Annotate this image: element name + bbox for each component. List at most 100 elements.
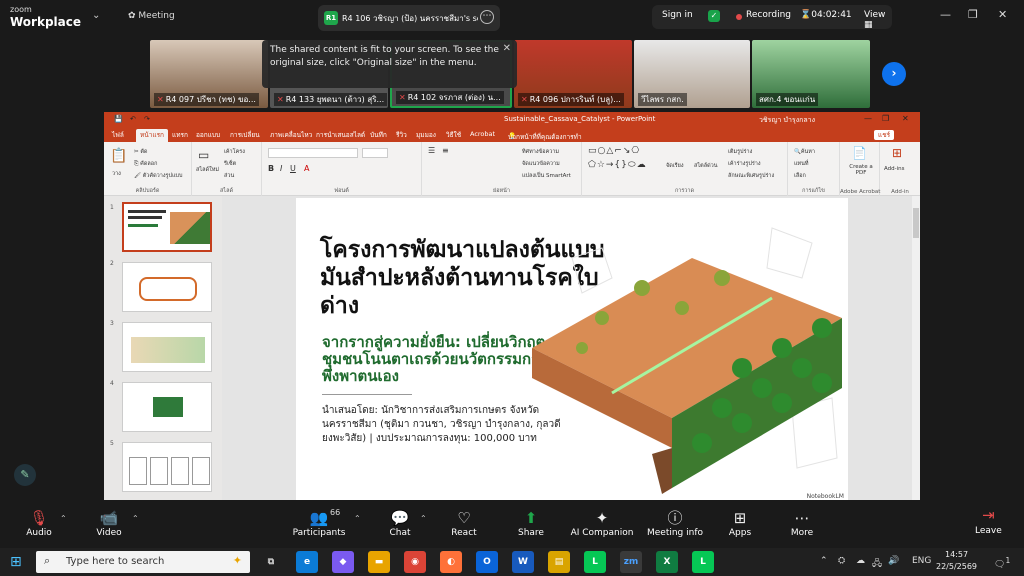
replace-button[interactable]: แทนที่ xyxy=(794,160,809,168)
quick-styles-button[interactable]: สไตล์ด่วน xyxy=(694,162,718,170)
word-icon[interactable]: W xyxy=(512,551,534,573)
tab-home[interactable]: หน้าแรก xyxy=(136,129,168,142)
tab-review[interactable]: รีวิว xyxy=(396,130,407,140)
format-painter-button[interactable]: 🖌 ตัวคัดวางรูปแบบ xyxy=(134,172,182,180)
minimize-icon[interactable]: — xyxy=(864,114,872,123)
participants-button[interactable]: 👥 66 Participants xyxy=(292,508,346,538)
paste-button[interactable]: วาง xyxy=(112,170,121,178)
tray-chevron-icon[interactable]: ⌃ xyxy=(820,556,828,566)
tab-animations[interactable]: ภาพเคลื่อนไหว xyxy=(270,130,312,140)
chat-button[interactable]: 💬 Chat xyxy=(388,508,412,538)
meeting-info-button[interactable]: ⓘ Meeting info xyxy=(646,508,704,538)
section-button[interactable]: ส่วน xyxy=(224,172,234,180)
audio-options-caret[interactable]: ⌃ xyxy=(60,514,67,523)
outlook-icon[interactable]: O xyxy=(476,551,498,573)
text-direction-button[interactable]: ทิศทางข้อความ xyxy=(522,148,559,156)
participant-tile[interactable]: ✕ R4 097 ปรีชา (ทช) ขอ... xyxy=(150,40,268,108)
addins-icon[interactable]: ⊞ xyxy=(892,146,902,160)
find-button[interactable]: 🔍ค้นหา xyxy=(794,148,815,156)
shape-fill-button[interactable]: เติมรูปร่าง xyxy=(728,148,752,156)
vertical-scrollbar[interactable] xyxy=(912,196,920,500)
tab-acrobat[interactable]: Acrobat xyxy=(470,130,495,138)
slide-thumbnail[interactable] xyxy=(122,382,212,432)
shape-effects-button[interactable]: ลักษณะพิเศษรูปร่าง xyxy=(728,172,774,180)
participant-tile[interactable]: ✕ R4 096 ปการรินท์ (บลู)... xyxy=(514,40,632,108)
undo-icon[interactable]: ↶ xyxy=(130,115,136,123)
annotate-pen-icon[interactable]: ✎ xyxy=(14,464,36,486)
participant-tile[interactable]: วีไลพร กสก. xyxy=(634,40,750,108)
font-color-icon[interactable]: A xyxy=(304,164,309,173)
taskbar-clock[interactable]: 14:57 22/5/2569 xyxy=(936,549,977,573)
taskbar-search[interactable]: ⌕ Type here to search ✦ xyxy=(36,551,250,573)
slide-thumbnail[interactable] xyxy=(122,442,212,492)
edge-icon[interactable]: e xyxy=(296,551,318,573)
bold-icon[interactable]: B xyxy=(268,164,274,173)
cut-button[interactable]: ✂ ตัด xyxy=(134,148,148,156)
react-button[interactable]: ♡ React xyxy=(450,508,478,538)
slide-thumbnail[interactable] xyxy=(122,262,212,312)
slide-thumbnail[interactable] xyxy=(122,322,212,372)
apps-button[interactable]: ⊞ Apps xyxy=(726,508,754,538)
meeting-menu[interactable]: ✿ Meeting xyxy=(128,11,175,21)
view-button[interactable]: View ▦ xyxy=(864,10,892,30)
share-screen-button[interactable]: ⬆ Share xyxy=(516,508,546,538)
line-icon[interactable]: L xyxy=(692,551,714,573)
restore-icon[interactable]: ❐ xyxy=(968,8,978,21)
line-icon[interactable]: L xyxy=(584,551,606,573)
network-icon[interactable]: 🖧 xyxy=(872,556,882,572)
numbering-icon[interactable]: ≡ xyxy=(442,146,449,155)
arrange-button[interactable]: จัดเรียง xyxy=(666,162,684,170)
chrome-icon[interactable]: ◉ xyxy=(404,551,426,573)
scrollbar-thumb[interactable] xyxy=(913,208,919,238)
save-icon[interactable]: 💾 xyxy=(114,115,123,123)
create-pdf-button[interactable]: Create a PDF xyxy=(844,164,878,176)
tab-view[interactable]: มุมมอง xyxy=(416,130,436,140)
shape-outline-button[interactable]: เค้าร่างรูปร่าง xyxy=(728,160,761,168)
copy-button[interactable]: ⎘ คัดลอก xyxy=(134,160,157,168)
slide-thumbnail[interactable] xyxy=(122,202,212,252)
paste-icon[interactable]: 📋 xyxy=(110,148,127,164)
firefox-icon[interactable]: ◐ xyxy=(440,551,462,573)
ai-companion-button[interactable]: ✦ AI Companion xyxy=(570,508,634,538)
leave-button[interactable]: ⇥ Leave xyxy=(975,506,1002,536)
reset-button[interactable]: รีเซ็ต xyxy=(224,160,236,168)
smartart-button[interactable]: แปลงเป็น SmartArt xyxy=(522,172,571,180)
close-icon[interactable]: ✕ xyxy=(902,114,909,123)
more-button[interactable]: ⋯ More xyxy=(788,508,816,538)
tab-record[interactable]: บันทึก xyxy=(370,130,387,140)
new-slide-icon[interactable]: ▭ xyxy=(198,148,209,162)
restore-icon[interactable]: ❐ xyxy=(882,114,889,123)
minimize-icon[interactable]: — xyxy=(940,8,951,21)
pdf-icon[interactable]: 📄 xyxy=(852,146,867,160)
tab-slideshow[interactable]: การนำเสนอสไลด์ xyxy=(316,130,365,140)
video-button[interactable]: 📹 Video xyxy=(94,508,124,538)
select-button[interactable]: เลือก xyxy=(794,172,806,180)
align-text-button[interactable]: จัดแนวข้อความ xyxy=(522,160,560,168)
volume-icon[interactable]: 🔊 xyxy=(888,556,899,566)
tab-file[interactable]: ไฟล์ xyxy=(112,130,124,140)
onedrive-icon[interactable]: ☁ xyxy=(856,556,865,566)
next-page-button[interactable]: › xyxy=(882,62,906,86)
zoom-taskbar-icon[interactable]: zm xyxy=(620,551,642,573)
notification-icon[interactable]: 🗨1 xyxy=(994,556,1010,570)
font-name-box[interactable] xyxy=(268,148,358,158)
recording-label[interactable]: Recording xyxy=(746,10,791,20)
copilot-icon[interactable]: ◆ xyxy=(332,551,354,573)
file-explorer-icon[interactable]: ▬ xyxy=(368,551,390,573)
folder-icon[interactable]: ▤ xyxy=(548,551,570,573)
video-options-caret[interactable]: ⌃ xyxy=(132,514,139,523)
windows-start-icon[interactable]: ⊞ xyxy=(10,554,22,570)
chevron-down-icon[interactable]: ⌄ xyxy=(92,10,100,21)
close-icon[interactable]: ✕ xyxy=(998,8,1007,21)
bullets-icon[interactable]: ☰ xyxy=(428,146,435,155)
sign-in-button[interactable]: Sign in xyxy=(662,10,693,20)
tab-design[interactable]: ออกแบบ xyxy=(196,130,220,140)
shield-icon[interactable]: ✓ xyxy=(708,10,720,22)
tab-insert[interactable]: แทรก xyxy=(172,130,188,140)
share-button[interactable]: แชร์ xyxy=(874,130,895,140)
participant-tile[interactable]: สศก.4 ขอนแก่น xyxy=(752,40,870,108)
shapes-gallery-row[interactable]: ⬠☆→{}⬭☁ xyxy=(588,160,647,170)
tab-transitions[interactable]: การเปลี่ยน xyxy=(230,130,260,140)
excel-icon[interactable]: X xyxy=(656,551,678,573)
audio-button[interactable]: 🎙 Audio xyxy=(24,508,54,538)
